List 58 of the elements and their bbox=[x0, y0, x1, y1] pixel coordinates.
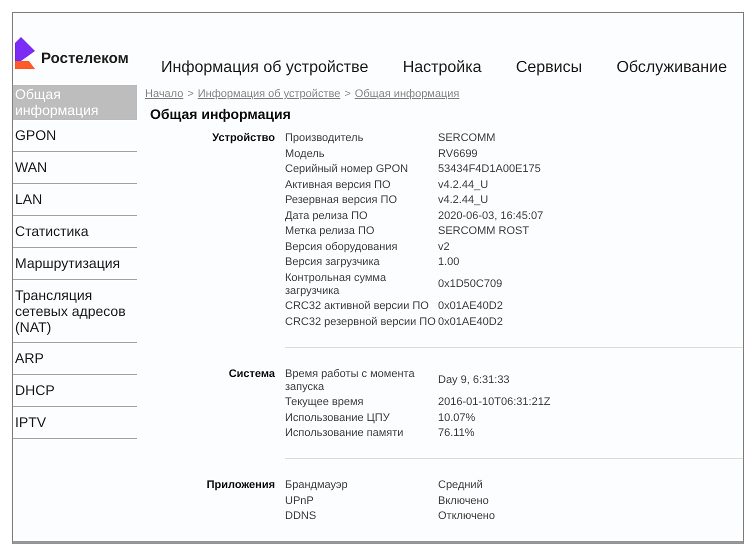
page-title: Общая информация bbox=[150, 106, 292, 122]
field-value: RV6699 bbox=[438, 148, 479, 160]
field-value: Включено bbox=[438, 494, 490, 508]
breadcrumb-separator: > bbox=[344, 88, 351, 100]
field-label: Использование ЦПУ bbox=[285, 412, 391, 424]
field-value: 53434F4D1A00E175 bbox=[438, 163, 542, 176]
field-value: 2016-01-10T06:31:21Z bbox=[438, 396, 552, 409]
field-label: UPnP bbox=[285, 494, 315, 508]
field-value: 0x1D50C709 bbox=[438, 278, 504, 291]
section-title: Приложения bbox=[206, 479, 275, 493]
field-label: Использование памяти bbox=[285, 427, 404, 440]
logo-text: Ростелеком bbox=[41, 50, 129, 67]
field-value: SERCOMM ROST bbox=[438, 225, 530, 238]
field-label: Дата релиза ПО bbox=[285, 210, 369, 222]
breadcrumb-separator: > bbox=[187, 88, 194, 100]
field-label: Контрольная сумма загрузчика bbox=[285, 272, 388, 298]
sidebar-item[interactable]: Трансляция сетевых адресов (NAT) bbox=[13, 280, 137, 343]
nav-tab[interactable]: Настройка bbox=[402, 59, 482, 77]
field-value: 1.00 bbox=[438, 256, 460, 269]
field-value: 0x01AE40D2 bbox=[438, 300, 504, 313]
field-label: CRC32 активной версии ПО bbox=[285, 300, 430, 313]
field-value: 76.11% bbox=[438, 427, 476, 440]
field-label: Резервная версия ПО bbox=[285, 194, 398, 207]
sidebar-item[interactable]: IPTV bbox=[13, 407, 137, 439]
field-value: 2020-06-03, 16:45:07 bbox=[438, 210, 544, 222]
sidebar-item[interactable]: Маршрутизация bbox=[13, 248, 137, 280]
field-value: Отключено bbox=[438, 510, 496, 523]
sidebar-item[interactable]: Статистика bbox=[13, 216, 137, 248]
field-label: DDNS bbox=[285, 510, 318, 523]
nav-tab[interactable]: Обслуживание bbox=[616, 59, 727, 77]
field-value: 10.07% bbox=[438, 412, 476, 424]
field-label: Текущее время bbox=[285, 396, 364, 409]
field-label: CRC32 резервной версии ПО bbox=[285, 316, 437, 328]
nav-tab[interactable]: Информация об устройстве bbox=[161, 59, 368, 77]
sidebar-item[interactable]: ARP bbox=[13, 343, 137, 375]
field-label: Активная версия ПО bbox=[285, 178, 392, 192]
field-label: Метка релиза ПО bbox=[285, 225, 376, 238]
sidebar-item[interactable]: DHCP bbox=[13, 375, 137, 407]
field-value: v2 bbox=[438, 240, 451, 254]
field-label: Версия загрузчика bbox=[285, 256, 381, 269]
sidebar-item[interactable]: LAN bbox=[13, 184, 137, 216]
section-title: Система bbox=[228, 368, 275, 382]
field-value: SERCOMM bbox=[438, 132, 496, 145]
field-label: Время работы с момента запуска bbox=[285, 368, 416, 394]
sidebar-item[interactable]: GPON bbox=[13, 120, 137, 152]
field-label: Серийный номер GPON bbox=[285, 163, 410, 176]
field-value: 0x01AE40D2 bbox=[438, 316, 504, 328]
field-value: v4.2.44_U bbox=[438, 178, 490, 192]
field-label: Брандмауэр bbox=[285, 479, 349, 492]
sidebar-item[interactable]: WAN bbox=[13, 152, 137, 184]
field-label: Модель bbox=[285, 148, 326, 160]
field-value: v4.2.44_U bbox=[438, 194, 490, 207]
field-value: Day 9, 6:31:33 bbox=[438, 374, 511, 387]
field-label: Производитель bbox=[285, 132, 364, 145]
field-label: Версия оборудования bbox=[285, 240, 398, 254]
field-value: Средний bbox=[438, 479, 484, 492]
section-title: Устройство bbox=[211, 132, 275, 146]
nav-tab[interactable]: Сервисы bbox=[516, 59, 582, 77]
